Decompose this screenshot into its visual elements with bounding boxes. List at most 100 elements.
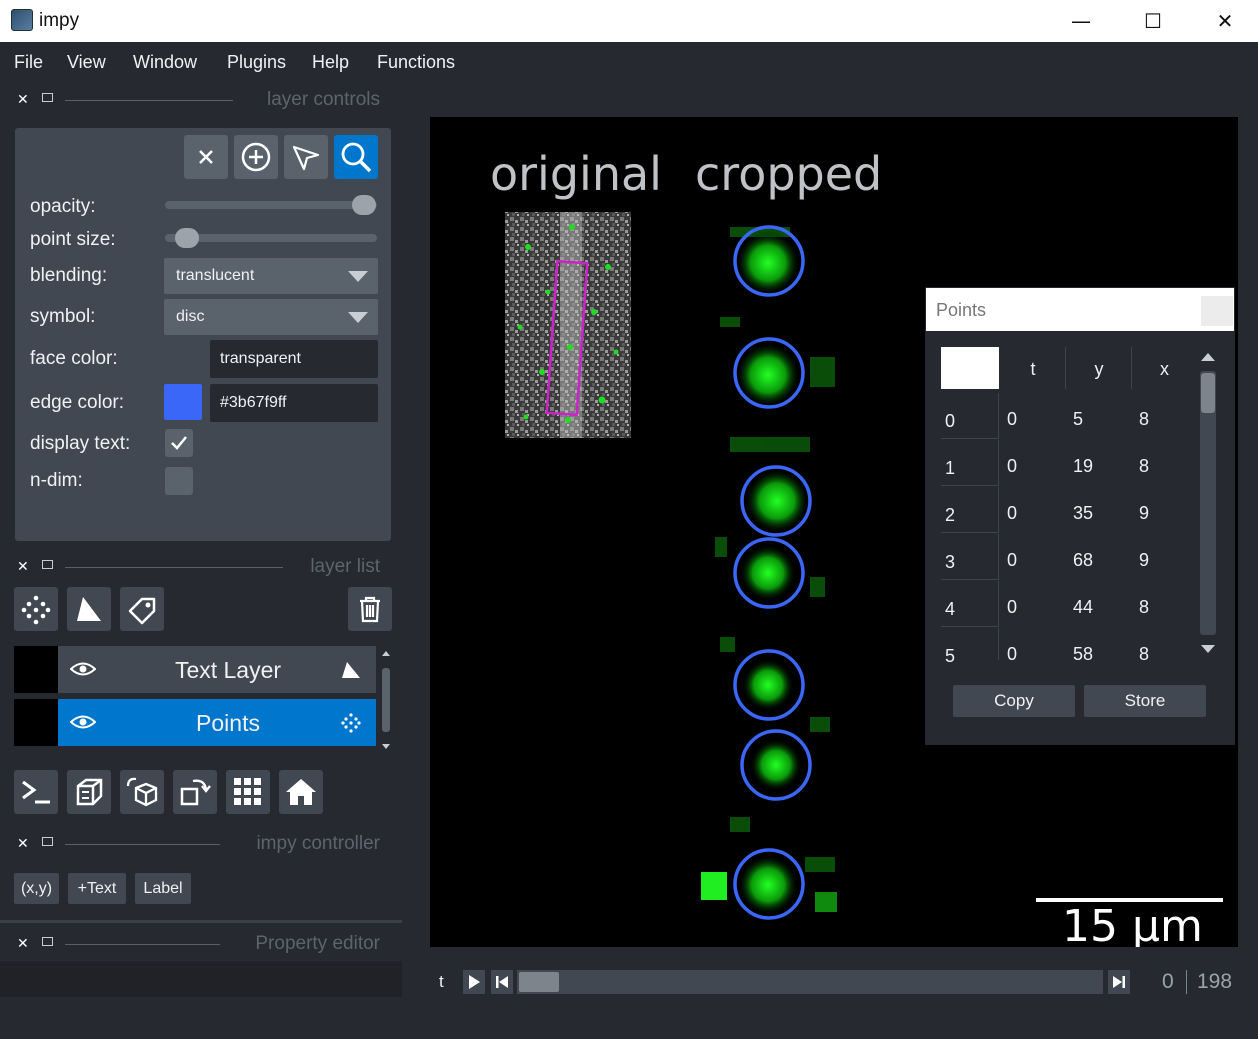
menu-help[interactable]: Help: [312, 52, 349, 73]
table-cell[interactable]: 35: [1065, 487, 1131, 533]
column-header-x[interactable]: x: [1133, 347, 1196, 389]
menu-view[interactable]: View: [67, 52, 106, 73]
row-header[interactable]: 5: [941, 628, 999, 666]
dims-current-value[interactable]: 0: [1162, 970, 1174, 994]
layer-row-points[interactable]: Points: [14, 699, 376, 746]
store-button[interactable]: Store: [1084, 685, 1206, 717]
dock-close-icon[interactable]: ✕: [17, 935, 29, 952]
row-header[interactable]: 2: [941, 487, 999, 533]
home-button[interactable]: [279, 770, 323, 814]
layer-row-body[interactable]: Text Layer: [58, 646, 376, 693]
column-header-t[interactable]: t: [1001, 347, 1066, 389]
xy-button[interactable]: (x,y): [14, 873, 59, 904]
dock-title-line: [65, 944, 220, 945]
blending-combo[interactable]: translucent: [164, 258, 378, 294]
dock-float-icon[interactable]: [42, 93, 53, 102]
table-cell[interactable]: 9: [1131, 487, 1195, 533]
row-header[interactable]: 0: [941, 393, 999, 439]
maximize-button[interactable]: ☐: [1117, 0, 1189, 42]
points-window-close-button[interactable]: [1201, 296, 1233, 326]
pan-zoom-button[interactable]: [334, 135, 378, 179]
scale-bar-label: 15 μm: [1062, 901, 1203, 947]
layer-row-body[interactable]: Points: [58, 699, 376, 746]
table-cell[interactable]: 44: [1065, 581, 1131, 627]
dock-title-label: layer list: [310, 556, 380, 577]
first-frame-button[interactable]: [491, 970, 513, 994]
opacity-slider[interactable]: [165, 201, 377, 209]
dock-title-line: [65, 844, 220, 845]
table-corner[interactable]: [941, 347, 999, 389]
column-header-y[interactable]: y: [1067, 347, 1132, 389]
row-header[interactable]: 1: [941, 440, 999, 486]
console-button[interactable]: [14, 770, 58, 814]
label-button[interactable]: Label: [135, 873, 191, 904]
table-cell[interactable]: 8: [1131, 440, 1195, 486]
dims-slider-track[interactable]: [517, 970, 1103, 994]
display-text-checkbox[interactable]: [165, 429, 193, 457]
opacity-slider-handle[interactable]: [352, 195, 376, 215]
layer-list-scrollbar[interactable]: [379, 646, 393, 754]
ndisplay-button[interactable]: [67, 770, 111, 814]
add-text-button[interactable]: +Text: [68, 873, 126, 904]
title-bar: impy — ☐ ✕: [0, 0, 1258, 42]
layer-name[interactable]: Text Layer: [128, 657, 328, 684]
dims-separator: [1186, 970, 1187, 994]
point-size-slider-handle[interactable]: [175, 228, 199, 248]
eye-icon[interactable]: [70, 660, 96, 678]
minimize-button[interactable]: —: [1045, 0, 1117, 42]
add-points-button[interactable]: [234, 135, 278, 179]
new-points-layer-button[interactable]: [14, 587, 58, 631]
table-cell[interactable]: 0: [999, 440, 1065, 486]
table-scrollbar[interactable]: [1196, 347, 1220, 659]
eye-icon[interactable]: [70, 713, 96, 731]
grid-button[interactable]: [226, 770, 270, 814]
table-cell[interactable]: 0: [999, 628, 1065, 664]
edge-color-swatch[interactable]: [164, 384, 202, 420]
dock-float-icon[interactable]: [42, 560, 53, 569]
table-cell[interactable]: 5: [1065, 393, 1131, 439]
select-points-button[interactable]: [284, 135, 328, 179]
table-cell[interactable]: 0: [999, 487, 1065, 533]
impy-controller-dock-title: ✕ impy controller: [0, 832, 400, 858]
edge-color-input[interactable]: #3b67f9ff: [210, 384, 378, 422]
dock-float-icon[interactable]: [42, 937, 53, 946]
table-cell[interactable]: 8: [1131, 393, 1195, 439]
delete-layer-button[interactable]: [348, 587, 392, 631]
roll-dims-button[interactable]: [120, 770, 164, 814]
last-frame-button[interactable]: [1108, 970, 1130, 994]
delete-selected-points-button[interactable]: [184, 135, 228, 179]
menu-plugins[interactable]: Plugins: [227, 52, 286, 73]
ndim-checkbox[interactable]: [165, 467, 193, 495]
table-cell[interactable]: 9: [1131, 534, 1195, 580]
dock-close-icon[interactable]: ✕: [17, 835, 29, 852]
symbol-combo[interactable]: disc: [164, 299, 378, 335]
close-window-button[interactable]: ✕: [1189, 0, 1258, 42]
row-header[interactable]: 3: [941, 534, 999, 580]
face-color-input[interactable]: transparent: [210, 340, 378, 378]
layer-row-text-layer[interactable]: Text Layer: [14, 646, 376, 693]
menu-functions[interactable]: Functions: [377, 52, 455, 73]
points-window-titlebar[interactable]: Points: [926, 288, 1234, 331]
dims-slider-handle[interactable]: [519, 972, 559, 992]
play-button[interactable]: [463, 970, 485, 994]
layer-name[interactable]: Points: [128, 710, 328, 737]
table-cell[interactable]: 19: [1065, 440, 1131, 486]
grid-icon: [234, 778, 261, 805]
dock-close-icon[interactable]: ✕: [17, 558, 29, 575]
menu-file[interactable]: File: [14, 52, 43, 73]
table-cell[interactable]: 8: [1131, 628, 1195, 664]
copy-button[interactable]: Copy: [953, 685, 1075, 717]
table-cell[interactable]: 0: [999, 393, 1065, 439]
table-cell[interactable]: 0: [999, 534, 1065, 580]
table-cell[interactable]: 0: [999, 581, 1065, 627]
transpose-button[interactable]: [173, 770, 217, 814]
table-cell[interactable]: 58: [1065, 628, 1131, 664]
dock-float-icon[interactable]: [42, 837, 53, 846]
menu-window[interactable]: Window: [133, 52, 197, 73]
dock-close-icon[interactable]: ✕: [17, 91, 29, 108]
new-labels-layer-button[interactable]: [120, 587, 164, 631]
table-cell[interactable]: 68: [1065, 534, 1131, 580]
new-shapes-layer-button[interactable]: [67, 587, 111, 631]
row-header[interactable]: 4: [941, 581, 999, 627]
table-cell[interactable]: 8: [1131, 581, 1195, 627]
